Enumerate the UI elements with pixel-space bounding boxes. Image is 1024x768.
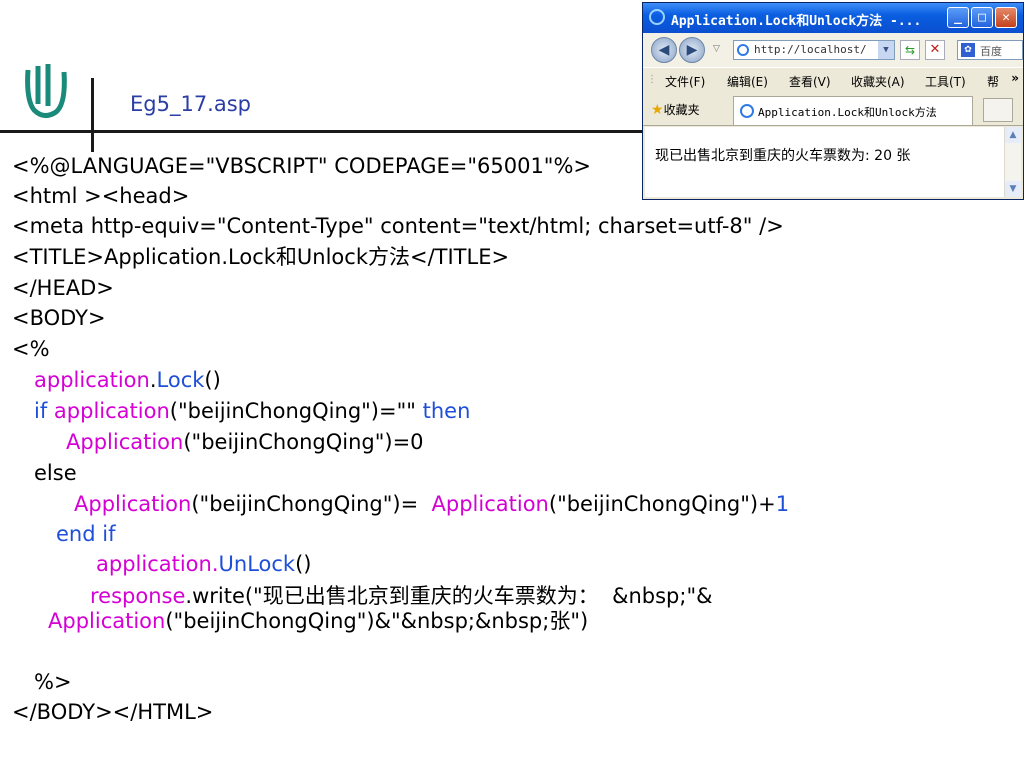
search-box[interactable]: ✿ 百度 (957, 40, 1023, 60)
code-line-18: </BODY></HTML> (12, 700, 214, 724)
favorites-button[interactable]: ★收藏夹 (651, 101, 700, 118)
new-tab-button[interactable] (983, 98, 1013, 122)
minimize-icon: _ (954, 10, 962, 25)
code-line-13: end if (56, 522, 116, 546)
tab-bar: ★收藏夹 Application.Lock和Unlock方法 (643, 93, 1023, 126)
menu-help[interactable]: 帮 (987, 73, 999, 90)
back-button[interactable]: ◀ (651, 37, 677, 63)
maximize-icon: □ (978, 10, 986, 25)
code-line-11: else (34, 461, 77, 485)
menu-tools[interactable]: 工具(T) (925, 73, 966, 90)
minimize-button[interactable]: _ (947, 7, 969, 28)
scroll-down-icon[interactable]: ▼ (1005, 181, 1021, 197)
slide-title: Eg5_17.asp (130, 92, 251, 116)
favorites-label: 收藏夹 (663, 103, 700, 117)
tab-ie-icon (740, 104, 754, 118)
code-line-5: </HEAD> (12, 276, 114, 300)
maximize-button[interactable]: □ (971, 7, 993, 28)
history-dropdown-icon[interactable]: ▽ (713, 44, 720, 54)
forward-arrow-icon: ▶ (686, 42, 698, 58)
forward-button[interactable]: ▶ (679, 37, 705, 63)
code-line-15: response.write("现已出售北京到重庆的火车票数为： &nbsp;"… (90, 584, 713, 608)
refresh-icon: ⇆ (904, 43, 916, 57)
address-toolbar: ◀ ▶ ▽ http://localhost/ ▼ ⇆ ✕ ✿ 百度 (643, 33, 1023, 67)
header-divider-vertical (91, 78, 94, 152)
stop-button[interactable]: ✕ (925, 40, 945, 60)
code-line-10: Application("beijinChongQing")=0 (66, 430, 424, 454)
menu-file[interactable]: 文件(F) (665, 73, 705, 90)
refresh-button[interactable]: ⇆ (900, 40, 920, 60)
stop-icon: ✕ (929, 42, 941, 57)
code-listing: <%@LANGUAGE="VBSCRIPT" CODEPAGE="65001"%… (0, 0, 789, 724)
vertical-scrollbar[interactable]: ▲ ▼ (1004, 127, 1021, 197)
back-arrow-icon: ◀ (658, 42, 670, 58)
code-line-3: <meta http-equiv="Content-Type" content=… (12, 214, 784, 238)
code-line-12: Application("beijinChongQing")= Applicat… (74, 492, 790, 516)
address-bar[interactable]: http://localhost/ ▼ (733, 40, 895, 60)
code-line-7: <% (12, 337, 50, 361)
scroll-up-icon[interactable]: ▲ (1005, 127, 1021, 143)
page-content: 现已出售北京到重庆的火车票数为: 20 张 (645, 127, 1004, 197)
menu-view[interactable]: 查看(V) (789, 73, 831, 90)
code-line-4: <TITLE>Application.Lock和Unlock方法</TITLE> (12, 245, 510, 269)
code-line-2: <html ><head> (12, 184, 190, 208)
logo-icon (25, 64, 67, 118)
menu-overflow-icon[interactable]: » (1011, 71, 1019, 85)
code-line-6: <BODY> (12, 306, 106, 330)
window-title: Application.Lock和Unlock方法 -... (671, 14, 922, 29)
menu-bar: ⋮ 文件(F) 编辑(E) 查看(V) 收藏夹(A) 工具(T) 帮 » (643, 67, 1023, 94)
close-icon: ✕ (1002, 10, 1010, 25)
menu-edit[interactable]: 编辑(E) (727, 73, 768, 90)
address-dropdown-icon[interactable]: ▼ (878, 41, 894, 59)
page-icon (737, 44, 749, 56)
tab-current[interactable]: Application.Lock和Unlock方法 (733, 96, 973, 125)
browser-window: Application.Lock和Unlock方法 -... _ □ ✕ ◀ ▶… (642, 2, 1024, 200)
tab-title: Application.Lock和Unlock方法 (758, 106, 937, 119)
header-divider-horizontal (0, 130, 648, 133)
code-line-17: %> (34, 670, 72, 694)
page-message: 现已出售北京到重庆的火车票数为: 20 张 (655, 148, 911, 164)
favorites-star-icon: ★ (651, 102, 664, 118)
code-line-8: application.Lock() (34, 368, 221, 392)
code-line-14: application.UnLock() (96, 552, 312, 576)
toolbar-grip-icon: ⋮ (647, 74, 657, 85)
code-line-9: if application("beijinChongQing")="" the… (34, 399, 471, 423)
search-placeholder: 百度 (980, 45, 1002, 58)
browser-titlebar[interactable]: Application.Lock和Unlock方法 -... _ □ ✕ (643, 3, 1023, 33)
baidu-paw-icon: ✿ (961, 43, 975, 57)
menu-favorites[interactable]: 收藏夹(A) (851, 73, 905, 90)
address-url: http://localhost/ (754, 43, 867, 56)
code-line-1: <%@LANGUAGE="VBSCRIPT" CODEPAGE="65001"%… (12, 154, 592, 178)
code-line-16: Application("beijinChongQing")&"&nbsp;&n… (48, 609, 589, 633)
close-button[interactable]: ✕ (995, 7, 1017, 28)
ie-logo-icon (649, 9, 665, 25)
